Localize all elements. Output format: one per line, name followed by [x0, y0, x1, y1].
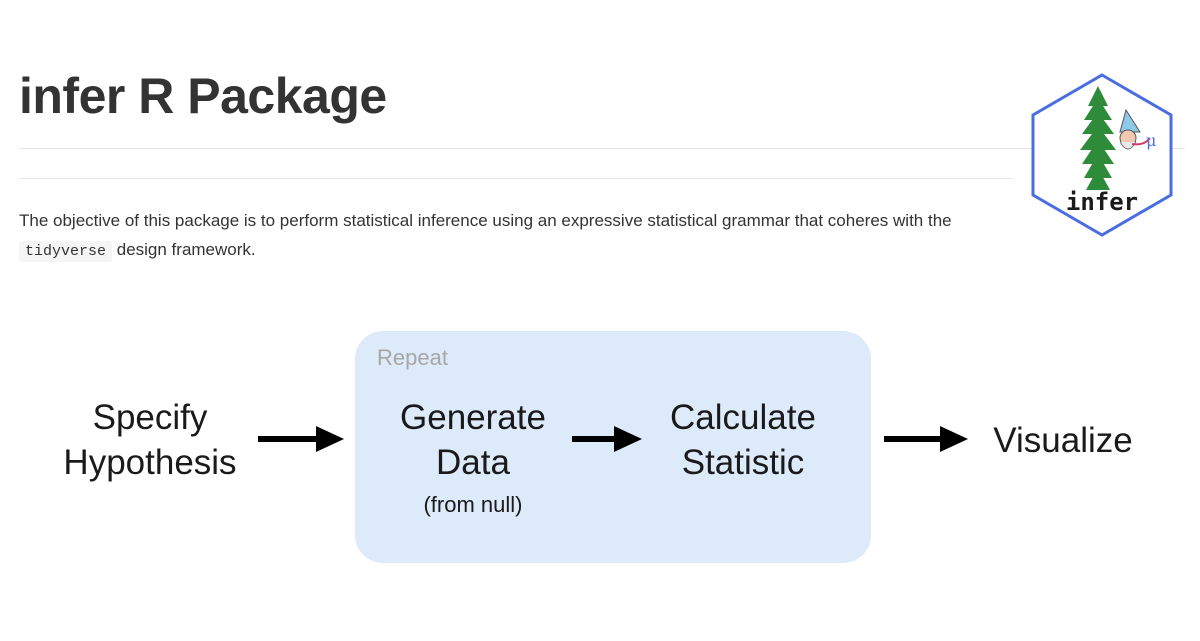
intro-text-start: The objective of this package is to perf… [19, 211, 952, 230]
step-label-line: Generate [400, 398, 546, 437]
step-label-line: Hypothesis [63, 443, 237, 482]
step-label-line: Specify [92, 398, 208, 437]
infer-hex-logo: μ infer [1031, 73, 1173, 237]
specify-hypothesis-step: Specify Hypothesis [40, 395, 260, 485]
intro-text-end: design framework. [112, 240, 256, 259]
visualize-step: Visualize [982, 418, 1144, 463]
title-divider [19, 148, 1185, 149]
step-label-line: Calculate [670, 398, 816, 437]
generate-data-step: Generate Data (from null) [370, 395, 576, 525]
calculate-statistic-step: Calculate Statistic [640, 395, 846, 485]
step-sublabel: (from null) [423, 492, 523, 517]
arrow-right-icon [258, 426, 344, 452]
step-label-line: Statistic [681, 443, 805, 482]
arrow-right-icon [572, 426, 642, 452]
step-label-line: Data [436, 443, 510, 482]
tidyverse-code: tidyverse [19, 241, 113, 262]
mu-icon: μ [1146, 131, 1156, 150]
section-divider [19, 178, 1013, 179]
arrow-right-icon [884, 426, 968, 452]
step-label-line: Visualize [993, 421, 1133, 460]
page-title: infer R Package [19, 68, 387, 124]
intro-paragraph: The objective of this package is to perf… [19, 206, 979, 266]
logo-text: infer [1066, 188, 1138, 216]
repeat-label: Repeat [377, 345, 448, 370]
